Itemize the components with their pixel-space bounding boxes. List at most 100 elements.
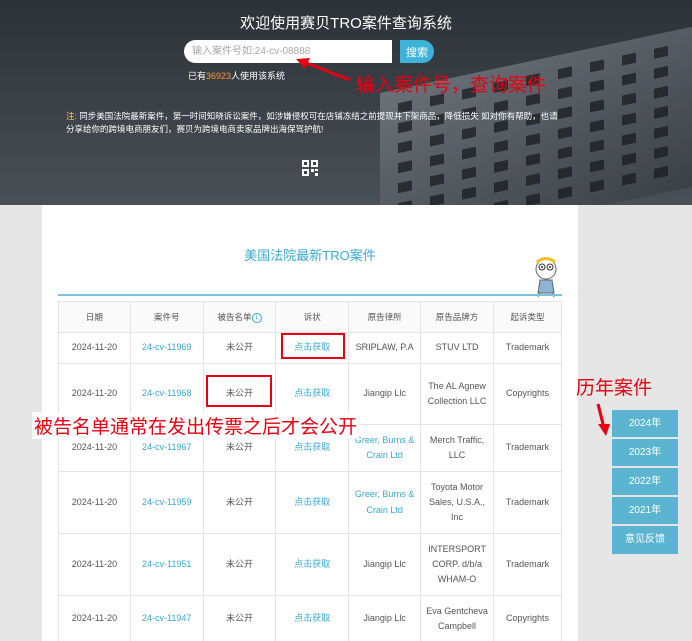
table-row: 2024-11-20 24-cv-11959 未公开 点击获取 Greer, B… — [58, 471, 562, 534]
cell-law-firm: Jiangip Llc — [348, 533, 422, 596]
cell-type: Copyrights — [493, 595, 562, 641]
building-window — [526, 153, 540, 167]
year-side-panel: 2024年 2023年 2022年 2021年 意见反馈 — [612, 410, 678, 556]
table-row: 2024-11-20 24-cv-11947 未公开 点击获取 Jiangip … — [58, 595, 562, 641]
hero-banner: 欢迎使用赛贝TRO案件查询系统 搜索 已有36923人使用该系统 注: 同步美国… — [0, 0, 692, 205]
building-window — [590, 99, 604, 113]
building-window — [558, 66, 572, 80]
cell-law-firm: SRIPLAW, P.A — [348, 332, 422, 364]
header-type: 起诉类型 — [493, 301, 562, 333]
cell-date: 2024-11-20 — [58, 332, 131, 364]
notice-body: 同步美国法院最新案件，第一时间知晓诉讼案件，如涉嫌侵权可在店铺冻结之前提现并下架… — [66, 111, 558, 134]
search-input[interactable] — [184, 40, 392, 63]
year-2024-button[interactable]: 2024年 — [612, 410, 678, 437]
cell-brand: INTERSPORT CORP. d/b/a WHAM-O — [420, 533, 495, 596]
building-window — [430, 153, 444, 167]
header-law-firm: 原告律所 — [348, 301, 422, 333]
mascot-icon — [535, 257, 557, 297]
building-window — [398, 160, 412, 174]
feedback-button[interactable]: 意见反馈 — [612, 526, 678, 554]
case-number-link[interactable]: 24-cv-11959 — [129, 471, 204, 534]
complaint-link[interactable]: 点击获取 — [275, 471, 350, 534]
building-window — [654, 45, 668, 59]
complaint-link[interactable]: 点击获取 — [275, 533, 350, 596]
building-window — [462, 166, 476, 180]
cell-type: Trademark — [493, 471, 562, 534]
cell-law-firm: Jiangip Llc — [348, 595, 422, 641]
defendants-highlight-box — [206, 375, 272, 407]
building-window — [654, 105, 668, 119]
cell-law-firm: Greer, Burns & Crain Ltd — [348, 424, 422, 472]
table-row: 2024-11-20 24-cv-11951 未公开 点击获取 Jiangip … — [58, 533, 562, 596]
building-window — [494, 159, 508, 173]
building-window — [494, 179, 508, 193]
complaint-link[interactable]: 点击获取 — [275, 595, 350, 641]
cell-defendants: 未公开 — [202, 332, 277, 364]
cell-brand: STUV LTD — [420, 332, 495, 364]
user-count-number: 36923 — [206, 71, 232, 81]
cell-defendants: 未公开 — [202, 471, 277, 534]
cell-law-firm: Greer, Burns & Crain Ltd — [348, 471, 422, 534]
header-date: 日期 — [58, 301, 131, 333]
header-case-no: 案件号 — [129, 301, 204, 333]
building-window — [622, 152, 636, 166]
building-window — [558, 166, 572, 180]
hero-title: 欢迎使用赛贝TRO案件查询系统 — [240, 15, 452, 32]
building-window — [590, 159, 604, 173]
case-number-link[interactable]: 24-cv-11951 — [129, 533, 204, 596]
building-window — [622, 132, 636, 146]
history-arrow-icon — [596, 403, 610, 436]
annotation-arrow-icon — [296, 58, 351, 82]
year-2022-button[interactable]: 2022年 — [612, 468, 678, 495]
header-complaint: 诉状 — [275, 301, 350, 333]
building-window — [494, 139, 508, 153]
building-window — [526, 173, 540, 187]
notice-text: 注: 同步美国法院最新案件，第一时间知晓诉讼案件，如涉嫌侵权可在店铺冻结之前提现… — [66, 110, 566, 136]
building-window — [590, 79, 604, 93]
building-window — [654, 165, 668, 179]
building-window — [654, 145, 668, 159]
building-window — [590, 139, 604, 153]
notice-label: 注: — [66, 111, 77, 121]
defendant-hint-annotation: 被告名单通常在发出传票之后才会公开 — [32, 412, 360, 439]
year-2021-button[interactable]: 2021年 — [612, 497, 678, 524]
case-number-link[interactable]: 24-cv-11969 — [129, 332, 204, 364]
info-icon[interactable]: i — [251, 312, 262, 323]
user-count-prefix: 已有 — [188, 71, 207, 81]
building-window — [462, 146, 476, 160]
building-window — [462, 186, 476, 200]
building-window — [398, 180, 412, 194]
cell-type: Trademark — [493, 424, 562, 472]
building-window — [622, 72, 636, 86]
building-window — [590, 119, 604, 133]
building-window — [654, 85, 668, 99]
cell-defendants: 未公开 — [202, 595, 277, 641]
cell-type: Copyrights — [493, 363, 562, 425]
year-2023-button[interactable]: 2023年 — [612, 439, 678, 466]
search-button[interactable]: 搜索 — [400, 40, 434, 63]
building-window — [430, 193, 444, 205]
cell-brand: The AL Agnew Collection LLC — [420, 363, 495, 425]
qr-code-icon[interactable] — [302, 160, 318, 176]
cell-date: 2024-11-20 — [58, 533, 131, 596]
table-header-row: 日期 案件号 被告名单 i 诉状 原告律所 原告品牌方 起诉类型 — [58, 301, 562, 333]
cell-type: Trademark — [493, 533, 562, 596]
building-window — [622, 172, 636, 186]
cell-type: Trademark — [493, 332, 562, 364]
header-defendants: 被告名单 i — [202, 301, 277, 333]
building-window — [590, 59, 604, 73]
building-window — [622, 112, 636, 126]
building-window — [526, 193, 540, 205]
building-window — [558, 86, 572, 100]
header-defendants-label: 被告名单 — [217, 312, 252, 322]
building-window — [654, 65, 668, 79]
case-number-link[interactable]: 24-cv-11947 — [129, 595, 204, 641]
section-title: 美国法院最新TRO案件 — [244, 248, 376, 263]
building-window — [558, 146, 572, 160]
user-count-text: 已有36923人使用该系统 — [188, 69, 285, 82]
cell-date: 2024-11-20 — [58, 471, 131, 534]
building-window — [654, 125, 668, 139]
cell-law-firm: Jiangip Llc — [348, 363, 422, 425]
cell-date: 2024-11-20 — [58, 595, 131, 641]
complaint-highlight-box — [281, 333, 345, 359]
